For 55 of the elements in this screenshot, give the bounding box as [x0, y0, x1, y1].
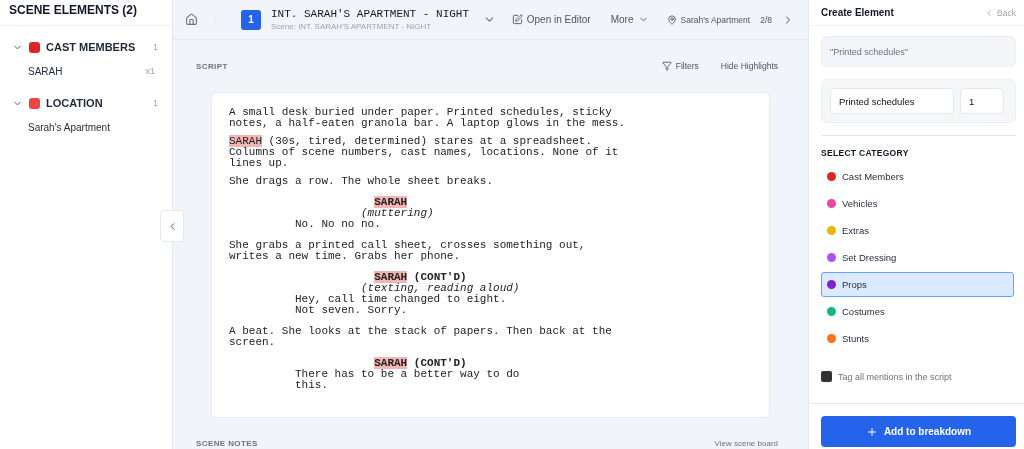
category-row[interactable]: CAST MEMBERS 1: [0, 34, 172, 60]
character-name: SARAH: [374, 197, 409, 208]
quantity-field[interactable]: 1: [960, 88, 1004, 114]
count-text: 1: [153, 42, 158, 52]
more-button[interactable]: More: [610, 14, 649, 25]
category-option[interactable]: Cast Members: [821, 164, 1014, 189]
category-row[interactable]: LOCATION 1: [0, 90, 172, 116]
category-option[interactable]: Set Dressing: [821, 245, 1014, 270]
category-label: LOCATION: [46, 97, 104, 109]
element-name[interactable]: Sarah's Apartment: [28, 121, 110, 133]
section-label: SELECT CATEGORY: [821, 148, 910, 158]
count-text: 1: [153, 98, 158, 108]
panel-title: Create Element: [821, 7, 894, 18]
plus-icon: [865, 425, 878, 438]
action-text: A beat. She looks at the stack of papers. Then back at the screen.: [229, 326, 613, 348]
open-editor-button[interactable]: Open in Editor: [511, 14, 591, 25]
scene-subtitle: Scene: INT. SARAH'S APARTMENT - NIGHT: [271, 22, 433, 31]
category-label: CAST MEMBERS: [46, 41, 137, 53]
section-label: SCRIPT: [196, 61, 229, 71]
category-option[interactable]: Extras: [821, 218, 1014, 243]
view-scene-board-link[interactable]: View scene board: [714, 439, 778, 448]
action-text: A small desk buried under paper. Printed schedules, sticky notes, a half-eaten granola bar. A laptop glows in the mess.: [229, 107, 627, 129]
dialogue-text: Hey, call time changed to eight. Not seven. Sorry.: [295, 294, 507, 316]
category-option[interactable]: Stunts: [821, 326, 1014, 351]
checkbox[interactable]: [821, 371, 832, 382]
location-button[interactable]: Sarah's Apartment: [666, 14, 751, 25]
scene-number: 1: [241, 9, 261, 30]
section-label: SCENE NOTES: [196, 439, 259, 448]
dialogue-text: No. No no no.: [295, 219, 382, 230]
scene-heading: INT. SARAH'S APARTMENT - NIGHT: [271, 8, 471, 20]
map-pin-icon: [666, 14, 677, 25]
filter-icon: [661, 61, 672, 71]
character-name: SARAH (CONT'D): [374, 272, 467, 283]
parenthetical-text: (muttering): [361, 208, 435, 219]
action-text: She grabs a printed call sheet, crosses something out, writes a new time. Grabs her phone.: [229, 240, 587, 262]
selected-text: "Printed schedules": [821, 36, 1016, 67]
count-text: x1: [145, 66, 155, 76]
edit-icon: [511, 14, 523, 25]
scene-position: 2/8: [760, 14, 772, 25]
category-option[interactable]: Props: [821, 272, 1014, 297]
hide-highlights-button[interactable]: Hide Highlights: [720, 61, 778, 71]
character-name: SARAH (CONT'D): [374, 358, 468, 369]
element-name[interactable]: SARAH: [28, 65, 63, 77]
action-text: She drags a row. The whole sheet breaks.: [229, 176, 495, 187]
checkbox-label: Tag all mentions in the script: [838, 371, 952, 382]
filters-button[interactable]: Filters: [661, 61, 699, 71]
category-option[interactable]: Costumes: [821, 299, 1014, 324]
category-option[interactable]: Vehicles: [821, 191, 1014, 216]
parenthetical-text: (texting, reading aloud): [361, 283, 521, 294]
add-to-breakdown-button[interactable]: Add to breakdown: [821, 416, 1016, 447]
dialogue-text: There has to be a better way to do this.: [295, 369, 521, 391]
sidebar-title: SCENE ELEMENTS (2): [0, 0, 172, 26]
home-icon[interactable]: [185, 13, 198, 26]
action-text: SARAH (30s, tired, determined) stares at a spreadsheet. Columns of scene numbers, cast names, locations. None of it lines up.: [229, 136, 620, 169]
name-field[interactable]: Printed schedules: [830, 88, 954, 114]
